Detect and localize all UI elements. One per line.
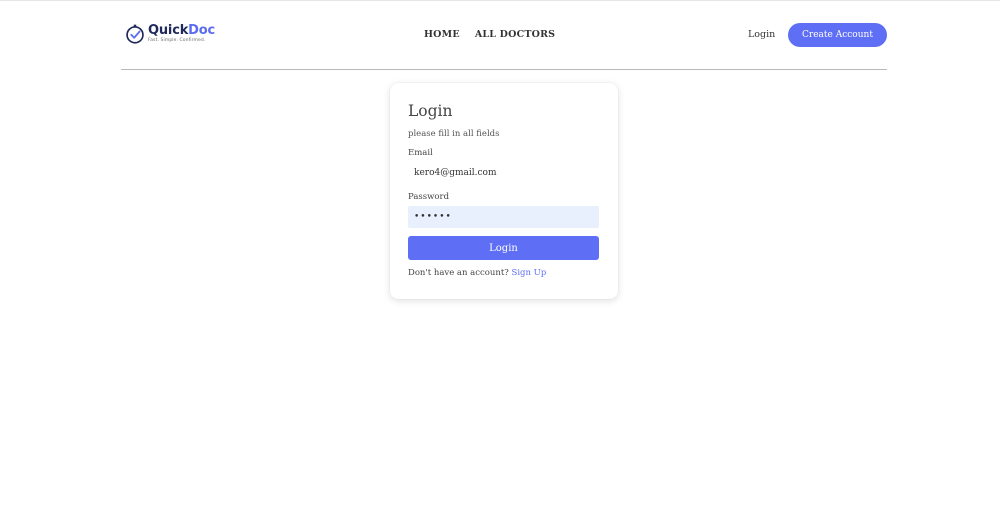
- nav-all-doctors-link[interactable]: ALL DOCTORS: [475, 29, 555, 40]
- password-input[interactable]: [408, 206, 599, 228]
- navbar: QuickDoc Fast. Simple. Confirmed. HOME A…: [121, 0, 887, 70]
- nav-login-link[interactable]: Login: [748, 29, 775, 40]
- brand-name-doc: Doc: [188, 23, 215, 39]
- no-account-text: Don't have an account?: [408, 268, 509, 278]
- brand-tagline: Fast. Simple. Confirmed.: [148, 38, 206, 44]
- nav-links: HOME ALL DOCTORS: [424, 29, 555, 40]
- login-title: Login: [408, 102, 453, 120]
- brand-name-quick: Quick: [148, 23, 189, 39]
- email-label: Email: [408, 148, 433, 158]
- create-account-button[interactable]: Create Account: [788, 23, 887, 47]
- brand-name: QuickDoc: [148, 24, 215, 37]
- logo-text: QuickDoc Fast. Simple. Confirmed.: [148, 24, 215, 44]
- login-button[interactable]: Login: [408, 236, 599, 260]
- logo[interactable]: QuickDoc Fast. Simple. Confirmed.: [125, 21, 215, 47]
- login-subtitle: please fill in all fields: [408, 129, 500, 139]
- email-input[interactable]: [408, 162, 599, 184]
- password-label: Password: [408, 192, 450, 202]
- signup-link[interactable]: Sign Up: [512, 268, 547, 278]
- signup-prompt: Don't have an account? Sign Up: [408, 268, 546, 278]
- header-divider: [121, 69, 887, 70]
- nav-home-link[interactable]: HOME: [424, 29, 460, 40]
- clock-check-icon: [126, 24, 144, 44]
- login-card: Login please fill in all fields Email Pa…: [390, 83, 618, 299]
